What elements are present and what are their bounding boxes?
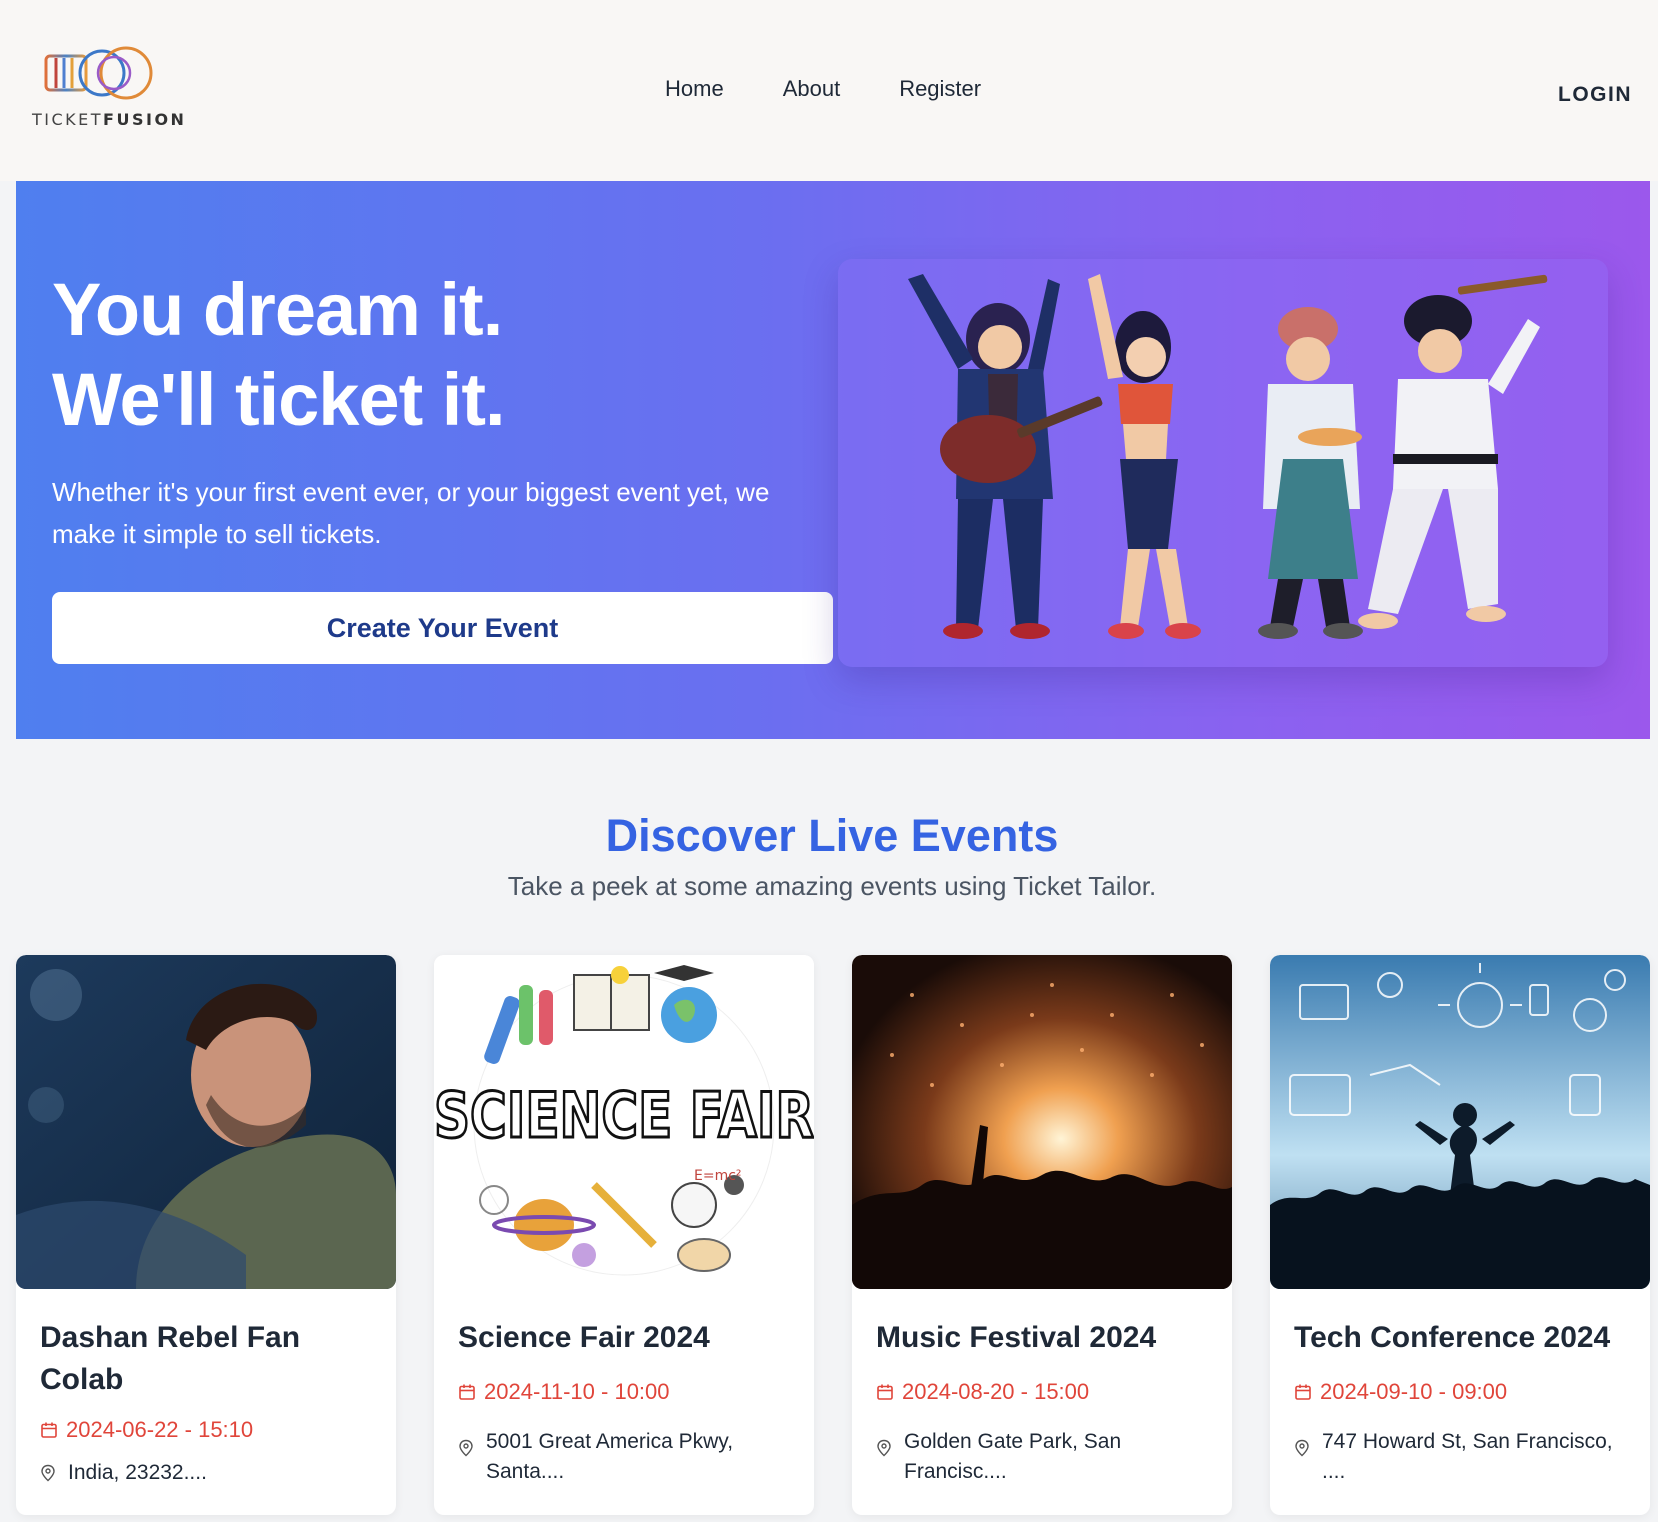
site-header: TICKETFUSION Home About Register LOGIN [0, 0, 1658, 181]
hero-banner: You dream it. We'll ticket it. Whether i… [16, 181, 1650, 739]
event-date-text: 2024-11-10 - 10:00 [484, 1379, 670, 1404]
karate-figure [1358, 274, 1548, 629]
event-card[interactable]: SCIENCE FAIR E=mc² Science Fair 2024 202… [434, 955, 814, 1515]
nav-about-link[interactable]: About [783, 76, 841, 102]
login-button[interactable]: LOGIN [1558, 83, 1632, 107]
event-image-portrait [16, 955, 396, 1289]
event-card[interactable]: Tech Conference 2024 2024-09-10 - 09:00 … [1270, 955, 1650, 1515]
calendar-icon [459, 1384, 475, 1400]
event-location: Golden Gate Park, San Francisc.... [876, 1427, 1216, 1487]
chef-figure [1258, 307, 1363, 639]
event-date-text: 2024-09-10 - 09:00 [1320, 1379, 1508, 1404]
logo-word-bold: FUSION [103, 110, 187, 129]
event-image-music-festival [852, 955, 1232, 1289]
event-location: 747 Howard St, San Francisco, .... [1294, 1427, 1634, 1487]
logo-rings-icon [44, 46, 153, 100]
calendar-icon [41, 1422, 57, 1438]
rocker-figure [908, 274, 1103, 639]
event-date: 2024-08-20 - 15:00 [876, 1379, 1089, 1405]
event-card[interactable]: Dashan Rebel Fan Colab 2024-06-22 - 15:1… [16, 955, 396, 1515]
event-location-text: 5001 Great America Pkwy, Santa.... [486, 1430, 734, 1483]
discover-title: Discover Live Events [605, 810, 1059, 861]
event-card[interactable]: Music Festival 2024 2024-08-20 - 15:00 G… [852, 955, 1232, 1515]
event-date: 2024-09-10 - 09:00 [1294, 1379, 1507, 1405]
characters-artwork [908, 274, 1548, 639]
event-title: Science Fair 2024 [458, 1321, 710, 1354]
event-image-science-fair: SCIENCE FAIR E=mc² [434, 955, 814, 1289]
ticketfusion-logo[interactable]: TICKETFUSION [30, 44, 184, 134]
nav-register-link[interactable]: Register [899, 76, 981, 102]
hero-title: You dream it. We'll ticket it. [52, 265, 506, 445]
event-title: Music Festival 2024 [876, 1321, 1157, 1354]
map-pin-icon [41, 1464, 55, 1482]
dancer-figure [1088, 274, 1201, 639]
logo-word-light: TICKET [32, 110, 104, 129]
event-date-text: 2024-06-22 - 15:10 [66, 1417, 254, 1442]
create-event-button[interactable]: Create Your Event [52, 592, 833, 664]
event-location-text: India, 23232.... [68, 1461, 207, 1484]
nav-home-link[interactable]: Home [665, 76, 724, 102]
event-location: 5001 Great America Pkwy, Santa.... [458, 1427, 798, 1487]
discover-subtitle: Take a peek at some amazing events using… [507, 871, 1157, 901]
calendar-icon [877, 1384, 893, 1400]
hero-characters-illustration [838, 259, 1608, 667]
logo-wordmark: TICKETFUSION [32, 110, 186, 129]
science-fair-banner-text: SCIENCE FAIR [434, 1079, 814, 1152]
map-pin-icon [1295, 1439, 1309, 1457]
event-title: Dashan Rebel Fan Colab [40, 1321, 301, 1396]
event-date: 2024-06-22 - 15:10 [40, 1417, 253, 1443]
hero-subtitle: Whether it's your first event ever, or y… [52, 477, 770, 549]
map-pin-icon [459, 1439, 473, 1457]
event-location: India, 23232.... [40, 1458, 380, 1488]
svg-text:E=mc²: E=mc² [694, 1168, 742, 1184]
hero-title-line-1: You dream it. [52, 268, 503, 351]
main-nav: Home About Register [665, 76, 1040, 102]
calendar-icon [1295, 1384, 1311, 1400]
event-image-tech-conference [1270, 955, 1650, 1289]
map-pin-icon [877, 1439, 891, 1457]
event-location-text: 747 Howard St, San Francisco, .... [1322, 1430, 1613, 1483]
event-location-text: Golden Gate Park, San Francisc.... [904, 1430, 1122, 1483]
event-date-text: 2024-08-20 - 15:00 [902, 1379, 1090, 1404]
event-date: 2024-11-10 - 10:00 [458, 1379, 670, 1405]
hero-title-line-2: We'll ticket it. [52, 358, 506, 441]
event-title: Tech Conference 2024 [1294, 1321, 1611, 1354]
